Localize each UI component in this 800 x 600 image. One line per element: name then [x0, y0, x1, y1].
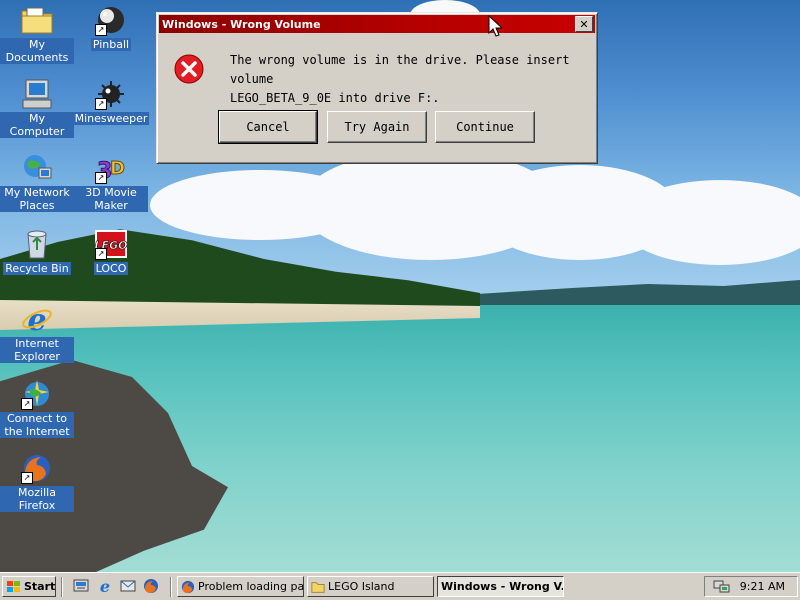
- quicklaunch-firefox[interactable]: [142, 578, 160, 596]
- taskbar-separator: [61, 577, 63, 597]
- desktop-icon-label: Recycle Bin: [3, 262, 71, 275]
- desktop-icon-label: Pinball: [90, 38, 132, 51]
- computer-icon: [21, 78, 53, 110]
- desktop-icon-pinball[interactable]: ↗ Pinball: [74, 4, 148, 51]
- taskbar-button-label: Windows - Wrong V...: [441, 580, 564, 593]
- internet-explorer-icon: e: [97, 577, 113, 597]
- taskbar-button-label: LEGO Island: [328, 580, 395, 593]
- desktop-icon-label: Internet Explorer: [0, 337, 74, 363]
- quicklaunch-show-desktop[interactable]: [72, 578, 90, 596]
- desktop-icon-label: 3D Movie Maker: [74, 186, 148, 212]
- quicklaunch-outlook-express[interactable]: [119, 578, 137, 596]
- desktop-icon-label: My Network Places: [0, 186, 74, 212]
- taskbar: Start e Problem loading pa... LEGO Islan…: [0, 572, 800, 600]
- mouse-pointer-icon: [488, 14, 504, 37]
- svg-text:e: e: [27, 303, 46, 335]
- taskbar-button-label: Problem loading pa...: [198, 580, 304, 593]
- desktop-icon-loco[interactable]: LEGO ↗ LOCO: [74, 228, 148, 275]
- svg-text:e: e: [100, 578, 110, 594]
- desktop-icon-internet-explorer[interactable]: e Internet Explorer: [0, 303, 74, 363]
- show-desktop-icon: [73, 578, 89, 597]
- connect-internet-icon: ↗: [21, 378, 53, 410]
- desktop-icon-label: LOCO: [93, 262, 129, 275]
- dialog-message: The wrong volume is in the drive. Please…: [230, 51, 590, 108]
- dialog-titlebar[interactable]: Windows - Wrong Volume ✕: [159, 15, 595, 33]
- desktop-icon-my-documents[interactable]: My Documents: [0, 4, 74, 64]
- dialog-title: Windows - Wrong Volume: [162, 17, 321, 31]
- taskbar-button-wrong-volume[interactable]: Windows - Wrong V...: [437, 576, 564, 597]
- firefox-icon: [181, 580, 195, 594]
- svg-text:D: D: [110, 158, 125, 179]
- desktop-icon-firefox[interactable]: ↗ Mozilla Firefox: [0, 452, 74, 512]
- start-button[interactable]: Start: [2, 576, 56, 597]
- desktop-icon-label: Mozilla Firefox: [0, 486, 74, 512]
- desktop-icon-label: My Documents: [0, 38, 74, 64]
- internet-explorer-icon: e: [21, 303, 53, 335]
- continue-button[interactable]: Continue: [435, 111, 535, 143]
- windows-logo-icon: [6, 580, 22, 594]
- dialog-message-line-1: The wrong volume is in the drive. Please…: [230, 53, 570, 86]
- wrong-volume-dialog: Windows - Wrong Volume ✕ The wrong volum…: [156, 12, 598, 164]
- desktop-icon-label: Minesweeper: [72, 112, 150, 125]
- pinball-icon: ↗: [95, 4, 127, 36]
- mail-icon: [120, 578, 136, 597]
- network-places-icon: [21, 152, 53, 184]
- dialog-message-line-2: LEGO_BETA_9_0E into drive F:.: [230, 91, 440, 105]
- desktop-icon-minesweeper[interactable]: ↗ Minesweeper: [72, 78, 150, 125]
- desktop-icon-label: Connect to the Internet: [0, 412, 74, 438]
- recycle-bin-icon: [21, 228, 53, 260]
- folder-icon: [311, 580, 325, 594]
- desktop-icon-3d-movie-maker[interactable]: 3D ↗ 3D Movie Maker: [74, 152, 148, 212]
- error-icon: [173, 53, 205, 85]
- minesweeper-icon: ↗: [95, 78, 127, 110]
- clock[interactable]: 9:21 AM: [740, 580, 785, 593]
- taskbar-button-firefox[interactable]: Problem loading pa...: [177, 576, 304, 597]
- desktop-icon-connect-internet[interactable]: ↗ Connect to the Internet: [0, 378, 74, 438]
- close-icon: ✕: [579, 17, 589, 31]
- desktop-icon-label: My Computer: [0, 112, 74, 138]
- try-again-button[interactable]: Try Again: [327, 111, 427, 143]
- taskbar-separator: [170, 577, 172, 597]
- system-tray: 9:21 AM: [704, 576, 798, 597]
- firefox-icon: [143, 578, 159, 597]
- quicklaunch-internet-explorer[interactable]: e: [96, 577, 114, 597]
- close-button[interactable]: ✕: [575, 16, 593, 32]
- desktop-icon-my-computer[interactable]: My Computer: [0, 78, 74, 138]
- network-status-icon[interactable]: [713, 579, 731, 595]
- desktop-icon-recycle-bin[interactable]: Recycle Bin: [0, 228, 74, 275]
- movie-maker-icon: 3D ↗: [95, 152, 127, 184]
- cancel-button[interactable]: Cancel: [218, 110, 318, 144]
- lego-icon: LEGO ↗: [95, 228, 127, 260]
- folder-documents-icon: [21, 4, 53, 36]
- taskbar-button-lego-island[interactable]: LEGO Island: [307, 576, 434, 597]
- desktop-icon-network-places[interactable]: My Network Places: [0, 152, 74, 212]
- firefox-icon: ↗: [21, 452, 53, 484]
- start-label: Start: [24, 580, 56, 593]
